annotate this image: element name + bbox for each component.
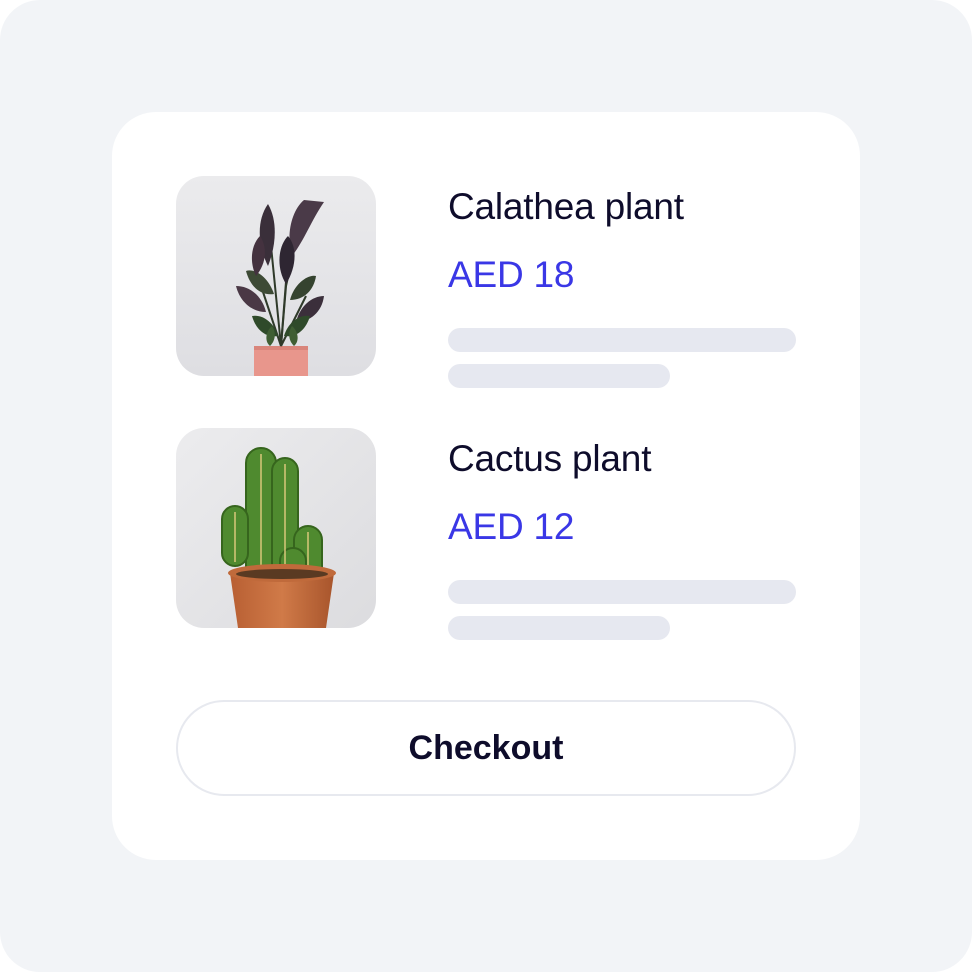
checkout-button[interactable]: Checkout (176, 700, 796, 796)
item-title: Cactus plant (448, 438, 652, 479)
item-title: Calathea plant (448, 186, 684, 227)
item-price: AED 18 (448, 254, 575, 295)
cart-item-calathea[interactable]: Calathea plant AED 18 (176, 176, 796, 388)
description-placeholder-line (448, 328, 796, 352)
cart-item-cactus[interactable]: Cactus plant AED 12 (176, 428, 796, 640)
cactus-plant-image (176, 428, 376, 628)
description-placeholder-line (448, 364, 670, 388)
calathea-plant-image (176, 176, 376, 376)
description-placeholder-line (448, 580, 796, 604)
page-background: Calathea plant AED 18 Cactus plant AED 1… (0, 0, 972, 972)
cart-card: Calathea plant AED 18 Cactus plant AED 1… (112, 112, 860, 860)
description-placeholder-line (448, 616, 670, 640)
item-price: AED 12 (448, 506, 575, 547)
